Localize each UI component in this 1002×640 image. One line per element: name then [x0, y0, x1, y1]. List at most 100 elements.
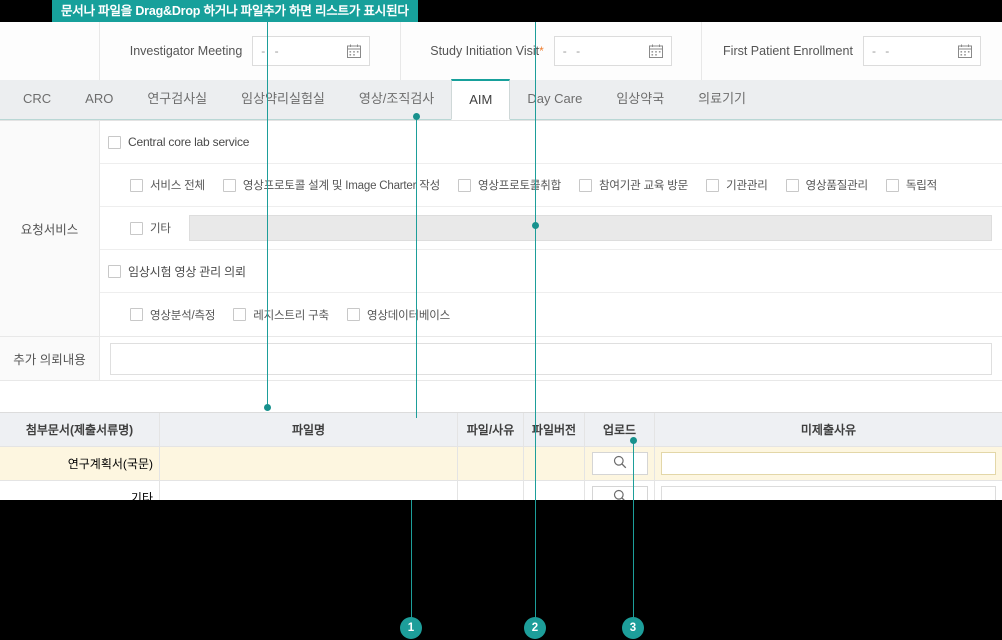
checkbox-label: 기관관리: [726, 180, 768, 192]
required-marker: *: [539, 44, 544, 58]
milestone-investigator-meeting: Investigator Meeting - -: [100, 22, 401, 80]
checkbox-box[interactable]: [457, 178, 471, 192]
checkbox-clinical-trial-imaging-management[interactable]: 임상시험 영상 관리 의뢰: [108, 263, 246, 280]
screenshot-root: 문서나 파일을 Drag&Drop 하거나 파일추가 하면 리스트가 표시된다 …: [0, 0, 1002, 640]
table-row[interactable]: 기타: [0, 481, 1002, 500]
attachment-table: 첨부문서(제출서류명) 파일명 파일/사유 파일버전 업로드 미제출사유 연구계…: [0, 412, 1002, 500]
milestone-date-value: - -: [261, 44, 282, 58]
not-submitted-reason-input[interactable]: [661, 486, 996, 500]
cell-not-submitted-reason: [655, 481, 1002, 500]
tab-research-lab[interactable]: 연구검사실: [130, 79, 224, 119]
form-label-additional-request: 추가 의뢰내용: [0, 337, 100, 380]
table-row[interactable]: 연구계획서(국문): [0, 447, 1002, 481]
service-line-imaging-management-request: 임상시험 영상 관리 의뢰: [100, 250, 1002, 293]
checkbox-site-management[interactable]: 기관관리: [706, 177, 768, 193]
cell-file-name: [160, 447, 458, 480]
checkbox-imaging-protocol-design[interactable]: 영상프로토콜 설계 및 Image Charter 작성: [222, 177, 440, 193]
tab-aro[interactable]: ARO: [68, 79, 130, 119]
milestone-left-spacer: [0, 22, 100, 80]
cell-upload: [585, 447, 655, 480]
checkbox-central-core-lab-service[interactable]: Central core lab service: [108, 135, 249, 149]
column-header-file-version: 파일버전: [524, 413, 585, 446]
tab-crc[interactable]: CRC: [6, 79, 68, 119]
checkbox-box[interactable]: [233, 308, 247, 321]
etc-service-input[interactable]: [188, 215, 992, 241]
checkbox-registry-construction[interactable]: 레지스트리 구축: [233, 307, 329, 323]
service-line-central-core-lab: Central core lab service: [100, 121, 1002, 164]
checkbox-label: 레지스트리 구축: [253, 309, 329, 322]
milestone-date-field[interactable]: - -: [252, 36, 371, 66]
checkbox-label: 참여기관 교육 방문: [599, 180, 689, 192]
checkbox-image-quality-control[interactable]: 영상품질관리: [785, 177, 868, 193]
tab-clinical-pharmacy[interactable]: 임상약국: [599, 79, 681, 119]
attachment-table-header: 첨부문서(제출서류명) 파일명 파일/사유 파일버전 업로드 미제출사유: [0, 413, 1002, 447]
form-row-requested-service: 요청서비스 Central core lab service 서비스 전체 영상…: [0, 121, 1002, 337]
callout-anchor-dot-3: [413, 113, 420, 120]
tab-clinical-pharmacology-lab[interactable]: 임상약리실험실: [224, 79, 342, 119]
checkbox-box[interactable]: [130, 308, 143, 321]
column-header-file-name: 파일명: [160, 413, 458, 446]
checkbox-label: 임상시험 영상 관리 의뢰: [128, 264, 246, 279]
milestone-label: Investigator Meeting: [129, 44, 243, 58]
checkbox-box[interactable]: [130, 178, 143, 192]
checkbox-service-all[interactable]: 서비스 전체: [130, 177, 205, 193]
checkbox-box[interactable]: [108, 264, 121, 278]
checkbox-label: 기타: [150, 223, 171, 235]
tab-aim[interactable]: AIM: [451, 79, 511, 120]
checkbox-box[interactable]: [222, 178, 236, 192]
calendar-icon[interactable]: [957, 44, 972, 58]
calendar-icon[interactable]: [347, 44, 362, 58]
milestone-strip: Investigator Meeting - - Study Initiatio…: [0, 22, 1002, 81]
callout-anchor-dot-3b: [630, 437, 637, 444]
app-window: Investigator Meeting - - Study Initiatio…: [0, 22, 1002, 500]
checkbox-box[interactable]: [885, 178, 899, 192]
callout-anchor-dot-1: [264, 404, 271, 411]
checkbox-site-training-visit[interactable]: 참여기관 교육 방문: [579, 177, 688, 193]
cell-file-name: [160, 481, 458, 500]
calendar-icon[interactable]: [648, 44, 663, 58]
cell-not-submitted-reason: [655, 447, 1002, 480]
column-header-upload: 업로드: [585, 413, 655, 446]
checkbox-image-analysis-measurement[interactable]: 영상분석/측정: [130, 307, 215, 323]
checkbox-label: 독립적: [905, 180, 938, 192]
checkbox-independent-review[interactable]: 독립적: [885, 177, 938, 193]
service-line-imaging-management-options: 영상분석/측정 레지스트리 구축 영상데이터베이스: [100, 293, 1002, 336]
cell-doc-name: 기타: [0, 481, 160, 500]
requested-service-body: Central core lab service 서비스 전체 영상프로토콜 설…: [100, 121, 1002, 336]
cell-upload: [585, 481, 655, 500]
checkbox-box[interactable]: [130, 221, 143, 235]
tab-day-care[interactable]: Day Care: [510, 79, 599, 119]
checkbox-box[interactable]: [785, 178, 799, 192]
checkbox-box[interactable]: [346, 308, 360, 321]
checkbox-label: 영상품질관리: [805, 180, 868, 192]
additional-request-body: [100, 337, 1002, 380]
checkbox-box[interactable]: [579, 178, 593, 192]
cell-file-version: [524, 481, 585, 500]
tab-bar: CRC ARO 연구검사실 임상약리실험실 영상/조직검사 AIM Day Ca…: [0, 79, 1002, 120]
additional-request-input[interactable]: [110, 342, 992, 375]
milestone-study-initiation-visit: Study Initiation Visit* - -: [401, 22, 702, 80]
checkbox-label: 영상프로토콜취합: [477, 180, 562, 192]
callout-number-1: 1: [400, 617, 422, 639]
checkbox-label: 영상분석/측정: [150, 309, 216, 322]
milestone-date-field[interactable]: - -: [553, 36, 672, 66]
checkbox-image-database[interactable]: 영상데이터베이스: [346, 307, 450, 323]
tab-imaging-pathology[interactable]: 영상/조직검사: [342, 79, 451, 119]
checkbox-label: 영상데이터베이스: [366, 309, 450, 322]
checkbox-box[interactable]: [108, 135, 121, 149]
checkbox-imaging-protocol-collection[interactable]: 영상프로토콜취합: [457, 177, 562, 193]
cell-file-reason: [458, 447, 524, 480]
callout-line-2b: [535, 228, 536, 618]
form-label-requested-service: 요청서비스: [0, 121, 100, 336]
service-line-core-lab-options: 서비스 전체 영상프로토콜 설계 및 Image Charter 작성 영상프로…: [100, 164, 1002, 207]
cell-file-version: [524, 447, 585, 480]
not-submitted-reason-input[interactable]: [661, 452, 996, 475]
milestone-date-field[interactable]: - -: [862, 36, 981, 66]
checkbox-box[interactable]: [706, 178, 720, 192]
callout-line-2: [535, 22, 536, 225]
upload-search-button[interactable]: [591, 486, 648, 500]
upload-search-button[interactable]: [591, 452, 648, 475]
tab-medical-device[interactable]: 의료기기: [681, 79, 763, 119]
callout-line-1: [267, 22, 268, 407]
checkbox-etc-service[interactable]: 기타: [130, 220, 171, 236]
